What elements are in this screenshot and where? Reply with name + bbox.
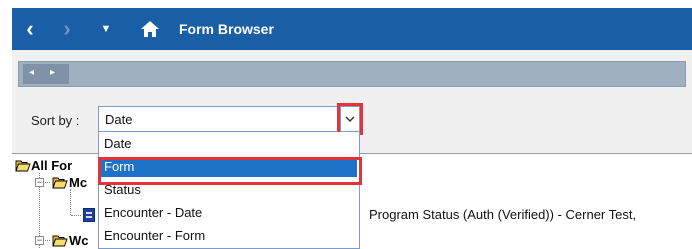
tree-node-label[interactable]: Mc: [69, 175, 87, 190]
history-dropdown-button[interactable]: ▼: [96, 8, 116, 50]
home-button[interactable]: [138, 8, 162, 50]
collapse-toggle[interactable]: −: [35, 178, 44, 187]
scroll-right-icon[interactable]: ▸: [50, 67, 55, 78]
collapse-toggle[interactable]: −: [35, 236, 44, 245]
chevron-down-icon: [345, 116, 355, 122]
page-title: Form Browser: [179, 21, 274, 37]
tree-node-label[interactable]: Wc: [69, 233, 89, 248]
open-folder-icon: [52, 177, 68, 189]
open-folder-icon: [15, 160, 31, 172]
sort-option-date[interactable]: Date: [101, 134, 357, 154]
home-icon: [141, 21, 159, 37]
back-arrow-icon: ‹: [26, 16, 34, 41]
sort-dropdown-button[interactable]: [340, 106, 360, 132]
chevron-down-icon: ▼: [100, 23, 112, 35]
back-button[interactable]: ‹: [18, 8, 42, 50]
navigation-strip: ◂ ▸: [18, 61, 686, 87]
forward-arrow-icon: ›: [63, 16, 71, 41]
sort-option-form[interactable]: Form: [101, 157, 357, 177]
tree-connector: [70, 189, 71, 215]
sort-option-encounter-date[interactable]: Encounter - Date: [101, 203, 357, 223]
sort-by-label: Sort by :: [31, 113, 80, 128]
title-bar: ‹ › ▼ Form Browser: [12, 8, 692, 50]
sort-option-status[interactable]: Status: [101, 180, 357, 200]
sort-options-list: Date Form Status Encounter - Date Encoun…: [98, 132, 360, 249]
sort-by-select[interactable]: Date: [98, 106, 360, 132]
form-document-icon: [83, 208, 95, 222]
forward-button[interactable]: ›: [56, 8, 78, 50]
form-row-text[interactable]: Program Status (Auth (Verified)) - Cerne…: [369, 207, 636, 222]
pane-scroll-control: ◂ ▸: [23, 64, 69, 84]
tree-connector: [71, 215, 81, 216]
tree-root-label[interactable]: All For: [31, 158, 72, 173]
sort-by-value: Date: [105, 112, 133, 127]
open-folder-icon: [52, 235, 68, 247]
form-browser-window: ‹ › ▼ Form Browser ◂ ▸ Sort by : Date Al…: [12, 8, 692, 249]
sort-option-encounter-form[interactable]: Encounter - Form: [101, 226, 357, 246]
scroll-left-icon[interactable]: ◂: [29, 67, 34, 78]
